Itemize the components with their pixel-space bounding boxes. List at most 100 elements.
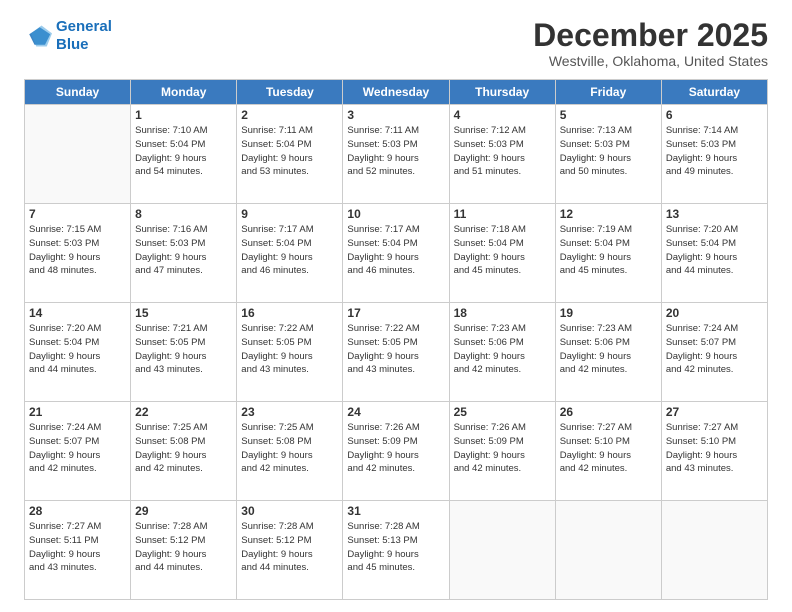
- day-info: Sunrise: 7:11 AMSunset: 5:04 PMDaylight:…: [241, 124, 338, 179]
- calendar-cell: 4Sunrise: 7:12 AMSunset: 5:03 PMDaylight…: [449, 105, 555, 204]
- calendar-cell: 24Sunrise: 7:26 AMSunset: 5:09 PMDayligh…: [343, 402, 449, 501]
- calendar-cell: [449, 501, 555, 600]
- day-info: Sunrise: 7:12 AMSunset: 5:03 PMDaylight:…: [454, 124, 551, 179]
- calendar-cell: 1 Sunrise: 7:10 AMSunset: 5:04 PMDaylight…: [131, 105, 237, 204]
- calendar-cell: 29Sunrise: 7:28 AMSunset: 5:12 PMDayligh…: [131, 501, 237, 600]
- day-info: Sunrise: 7:27 AMSunset: 5:10 PMDaylight:…: [560, 421, 657, 476]
- calendar-cell: [555, 501, 661, 600]
- calendar-cell: 19 Sunrise: 7:23 AMSunset: 5:06 PMDayligh…: [555, 303, 661, 402]
- calendar-week-1: 1 Sunrise: 7:10 AMSunset: 5:04 PMDaylight…: [25, 105, 768, 204]
- day-info: Sunrise: 7:20 AMSunset: 5:04 PMDaylight:…: [29, 322, 126, 377]
- calendar-cell: 14Sunrise: 7:20 AMSunset: 5:04 PMDayligh…: [25, 303, 131, 402]
- day-number: 24: [347, 405, 444, 419]
- day-info: Sunrise: 7:17 AMSunset: 5:04 PMDaylight:…: [241, 223, 338, 278]
- day-info: Sunrise: 7:24 AMSunset: 5:07 PMDaylight:…: [29, 421, 126, 476]
- day-number: 28: [29, 504, 126, 518]
- calendar-cell: 17Sunrise: 7:22 AMSunset: 5:05 PMDayligh…: [343, 303, 449, 402]
- calendar-cell: 18Sunrise: 7:23 AMSunset: 5:06 PMDayligh…: [449, 303, 555, 402]
- day-info: Sunrise: 7:14 AMSunset: 5:03 PMDaylight:…: [666, 124, 763, 179]
- day-info: Sunrise: 7:16 AMSunset: 5:03 PMDaylight:…: [135, 223, 232, 278]
- day-number: 2: [241, 108, 338, 122]
- day-number: 15: [135, 306, 232, 320]
- day-info: Sunrise: 7:25 AMSunset: 5:08 PMDaylight:…: [135, 421, 232, 476]
- calendar-cell: 8 Sunrise: 7:16 AMSunset: 5:03 PMDaylight…: [131, 204, 237, 303]
- day-info: Sunrise: 7:28 AMSunset: 5:12 PMDaylight:…: [241, 520, 338, 575]
- day-number: 11: [454, 207, 551, 221]
- title-block: December 2025 Westville, Oklahoma, Unite…: [533, 18, 768, 69]
- calendar-cell: 26 Sunrise: 7:27 AMSunset: 5:10 PMDayligh…: [555, 402, 661, 501]
- header: General Blue December 2025 Westville, Ok…: [24, 18, 768, 69]
- calendar-cell: 20Sunrise: 7:24 AMSunset: 5:07 PMDayligh…: [661, 303, 767, 402]
- day-number: 7: [29, 207, 126, 221]
- day-info: Sunrise: 7:17 AMSunset: 5:04 PMDaylight:…: [347, 223, 444, 278]
- weekday-header-saturday: Saturday: [661, 80, 767, 105]
- day-info: Sunrise: 7:21 AMSunset: 5:05 PMDaylight:…: [135, 322, 232, 377]
- weekday-header-wednesday: Wednesday: [343, 80, 449, 105]
- day-number: 8: [135, 207, 232, 221]
- calendar-cell: 28Sunrise: 7:27 AMSunset: 5:11 PMDayligh…: [25, 501, 131, 600]
- calendar-cell: 2 Sunrise: 7:11 AMSunset: 5:04 PMDaylight…: [237, 105, 343, 204]
- logo-text: General Blue: [56, 18, 112, 54]
- logo-icon: [24, 22, 52, 50]
- day-info: Sunrise: 7:27 AMSunset: 5:10 PMDaylight:…: [666, 421, 763, 476]
- calendar-cell: 5Sunrise: 7:13 AMSunset: 5:03 PMDaylight…: [555, 105, 661, 204]
- calendar-cell: 21Sunrise: 7:24 AMSunset: 5:07 PMDayligh…: [25, 402, 131, 501]
- day-number: 30: [241, 504, 338, 518]
- month-title: December 2025: [533, 18, 768, 53]
- logo-general: General: [56, 18, 112, 35]
- weekday-row: SundayMondayTuesdayWednesdayThursdayFrid…: [25, 80, 768, 105]
- day-info: Sunrise: 7:20 AMSunset: 5:04 PMDaylight:…: [666, 223, 763, 278]
- day-number: 18: [454, 306, 551, 320]
- day-info: Sunrise: 7:22 AMSunset: 5:05 PMDaylight:…: [241, 322, 338, 377]
- logo-blue: Blue: [56, 36, 89, 53]
- day-info: Sunrise: 7:13 AMSunset: 5:03 PMDaylight:…: [560, 124, 657, 179]
- calendar-cell: 16Sunrise: 7:22 AMSunset: 5:05 PMDayligh…: [237, 303, 343, 402]
- day-number: 26: [560, 405, 657, 419]
- day-number: 6: [666, 108, 763, 122]
- day-info: Sunrise: 7:11 AMSunset: 5:03 PMDaylight:…: [347, 124, 444, 179]
- day-info: Sunrise: 7:22 AMSunset: 5:05 PMDaylight:…: [347, 322, 444, 377]
- calendar-table: SundayMondayTuesdayWednesdayThursdayFrid…: [24, 79, 768, 600]
- calendar-body: 1 Sunrise: 7:10 AMSunset: 5:04 PMDaylight…: [25, 105, 768, 600]
- weekday-header-friday: Friday: [555, 80, 661, 105]
- calendar-cell: 15 Sunrise: 7:21 AMSunset: 5:05 PMDayligh…: [131, 303, 237, 402]
- day-info: Sunrise: 7:19 AMSunset: 5:04 PMDaylight:…: [560, 223, 657, 278]
- day-number: 22: [135, 405, 232, 419]
- day-number: 12: [560, 207, 657, 221]
- weekday-header-sunday: Sunday: [25, 80, 131, 105]
- day-number: 9: [241, 207, 338, 221]
- calendar-week-4: 21Sunrise: 7:24 AMSunset: 5:07 PMDayligh…: [25, 402, 768, 501]
- weekday-header-thursday: Thursday: [449, 80, 555, 105]
- calendar-cell: 23 Sunrise: 7:25 AMSunset: 5:08 PMDayligh…: [237, 402, 343, 501]
- page: General Blue December 2025 Westville, Ok…: [0, 0, 792, 612]
- calendar-cell: [661, 501, 767, 600]
- day-number: 13: [666, 207, 763, 221]
- day-number: 31: [347, 504, 444, 518]
- calendar-cell: 9 Sunrise: 7:17 AMSunset: 5:04 PMDaylight…: [237, 204, 343, 303]
- calendar-cell: 6 Sunrise: 7:14 AMSunset: 5:03 PMDaylight…: [661, 105, 767, 204]
- weekday-header-monday: Monday: [131, 80, 237, 105]
- calendar-cell: 12 Sunrise: 7:19 AMSunset: 5:04 PMDayligh…: [555, 204, 661, 303]
- day-info: Sunrise: 7:25 AMSunset: 5:08 PMDaylight:…: [241, 421, 338, 476]
- calendar-week-5: 28Sunrise: 7:27 AMSunset: 5:11 PMDayligh…: [25, 501, 768, 600]
- day-number: 19: [560, 306, 657, 320]
- day-number: 3: [347, 108, 444, 122]
- weekday-header-tuesday: Tuesday: [237, 80, 343, 105]
- day-info: Sunrise: 7:23 AMSunset: 5:06 PMDaylight:…: [560, 322, 657, 377]
- calendar-week-2: 7Sunrise: 7:15 AMSunset: 5:03 PMDaylight…: [25, 204, 768, 303]
- calendar-cell: 13 Sunrise: 7:20 AMSunset: 5:04 PMDayligh…: [661, 204, 767, 303]
- day-info: Sunrise: 7:10 AMSunset: 5:04 PMDaylight:…: [135, 124, 232, 179]
- day-info: Sunrise: 7:28 AMSunset: 5:13 PMDaylight:…: [347, 520, 444, 575]
- calendar-cell: 7Sunrise: 7:15 AMSunset: 5:03 PMDaylight…: [25, 204, 131, 303]
- calendar-cell: 22 Sunrise: 7:25 AMSunset: 5:08 PMDayligh…: [131, 402, 237, 501]
- day-number: 1: [135, 108, 232, 122]
- calendar-cell: 27 Sunrise: 7:27 AMSunset: 5:10 PMDayligh…: [661, 402, 767, 501]
- calendar-cell: 25Sunrise: 7:26 AMSunset: 5:09 PMDayligh…: [449, 402, 555, 501]
- calendar-cell: [25, 105, 131, 204]
- day-number: 27: [666, 405, 763, 419]
- day-number: 29: [135, 504, 232, 518]
- day-number: 23: [241, 405, 338, 419]
- location: Westville, Oklahoma, United States: [533, 53, 768, 69]
- logo: General Blue: [24, 18, 112, 54]
- day-number: 10: [347, 207, 444, 221]
